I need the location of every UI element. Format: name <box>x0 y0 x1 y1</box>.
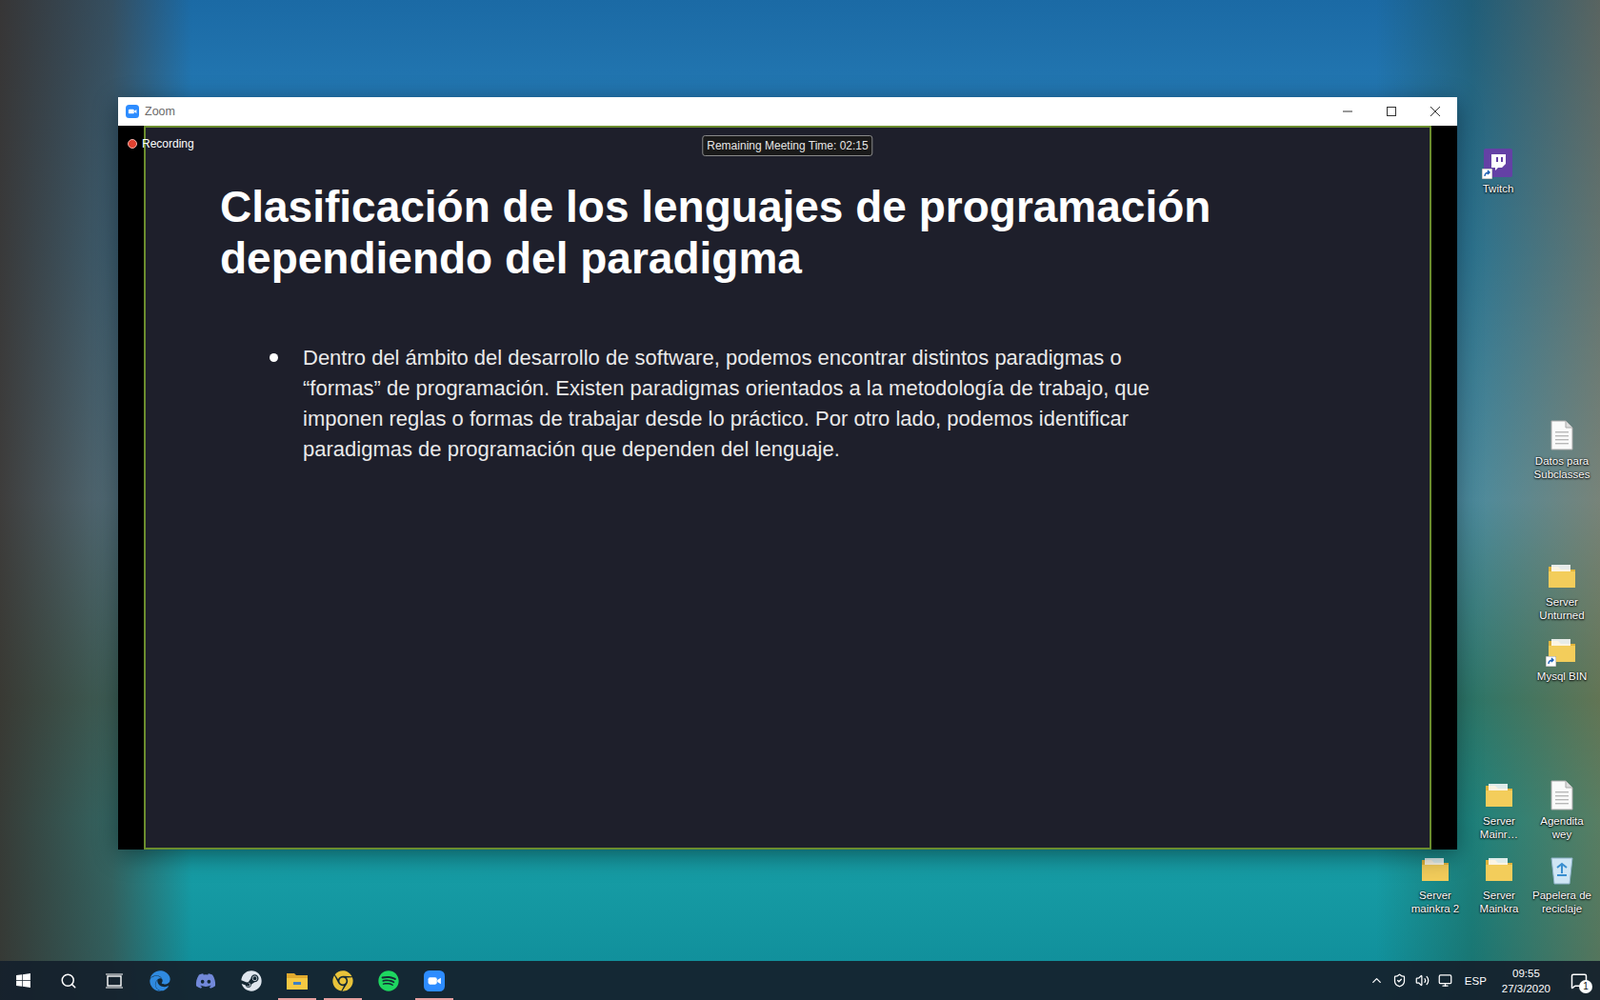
desktop-icon-art <box>1482 853 1516 886</box>
desktop-icon[interactable]: Papelera de reciclaje <box>1528 849 1596 920</box>
taskbar-app[interactable] <box>228 960 275 1000</box>
desktop-icon[interactable]: Agendita wey <box>1528 775 1596 845</box>
shortcut-arrow-icon <box>1545 656 1557 667</box>
shared-slide: Clasificación de los lenguajes de progra… <box>143 125 1432 850</box>
taskbar: ESP09:5527/3/20201 <box>0 960 1600 1000</box>
zoom-window: Zoom Clasificación de los lenguajes de pr… <box>118 97 1458 850</box>
meeting-view: Clasificación de los lenguajes de progra… <box>118 125 1458 850</box>
shield-icon <box>1392 973 1407 988</box>
desktop-icon[interactable]: Server Mainkra <box>1465 849 1533 920</box>
taskbar-app[interactable] <box>320 960 366 1000</box>
screen: Twitch Datos para Subclasses Server Unturn… <box>0 0 1600 1000</box>
desktop-icon-label: Server Mainkra <box>1467 888 1531 916</box>
desktop-icon-art <box>1482 779 1516 812</box>
taskbar-app[interactable] <box>274 960 320 1000</box>
search-button[interactable] <box>45 960 92 1000</box>
desktop-icon-label: Datos para Subclasses <box>1530 454 1594 481</box>
windows-icon <box>15 972 32 989</box>
maximize-button[interactable] <box>1369 97 1414 126</box>
desktop-icon-art <box>1481 146 1515 180</box>
desktop-icon-label: Agendita wey <box>1530 814 1594 841</box>
discord-icon <box>195 970 217 992</box>
desktop-icon-art <box>1545 560 1579 593</box>
folder-icon <box>1483 780 1515 810</box>
zoom-icon <box>423 970 445 992</box>
steam-icon <box>240 970 262 992</box>
clock-date: 27/3/2020 <box>1501 980 1551 997</box>
taskbar-app[interactable] <box>365 960 412 1000</box>
network-icon <box>1438 973 1453 988</box>
recording-label: Recording <box>141 137 195 151</box>
edge-icon <box>149 970 171 992</box>
desktop-icon[interactable]: Mysql BIN <box>1528 630 1596 687</box>
recording-dot <box>127 139 138 149</box>
clock-time: 09:55 <box>1512 965 1540 981</box>
desktop-icon[interactable]: Server Unturned <box>1528 556 1596 626</box>
minimize-button[interactable] <box>1325 97 1370 126</box>
task-view-icon <box>105 973 123 989</box>
zoom-icon <box>125 104 140 119</box>
desktop-icon[interactable]: Datos para Subclasses <box>1528 415 1596 485</box>
close-button[interactable] <box>1413 97 1458 126</box>
taskbar-app[interactable] <box>137 960 183 1000</box>
taskbar-app[interactable] <box>182 960 229 1000</box>
desktop-icon-label: Server Unturned <box>1530 595 1594 622</box>
window-title: Zoom <box>144 104 1326 119</box>
bullet-dot <box>269 353 279 362</box>
desktop-icon-label: Twitch <box>1482 181 1515 196</box>
start-button[interactable] <box>0 960 46 1000</box>
desktop-icon-art <box>1419 853 1452 886</box>
shortcut-arrow-icon <box>1481 168 1493 180</box>
volume-tray[interactable] <box>1411 960 1435 1000</box>
input-language[interactable]: ESP <box>1457 975 1495 987</box>
folder-icon <box>1483 855 1515 884</box>
desktop-icon-label: Papelera de reciclaje <box>1530 888 1594 916</box>
clock[interactable]: 09:5527/3/2020 <box>1494 965 1559 997</box>
security-tray[interactable] <box>1388 960 1412 1000</box>
desktop-icon-label: Server Mainr… <box>1467 814 1531 841</box>
chrome-icon <box>332 970 354 992</box>
title-bar: Zoom <box>118 97 1458 126</box>
close-icon <box>1430 106 1440 117</box>
desktop-icon-label: Mysql BIN <box>1537 669 1587 683</box>
taskbar-app[interactable] <box>411 960 458 1000</box>
file-explorer-icon <box>285 970 309 992</box>
spotify-icon <box>378 970 400 992</box>
document-icon <box>1549 420 1575 451</box>
show-hidden-icons[interactable] <box>1365 960 1389 1000</box>
maximize-icon <box>1386 106 1397 117</box>
recycle-bin-icon <box>1548 854 1576 885</box>
action-center-button[interactable]: 1 <box>1558 960 1600 1000</box>
desktop-icon-art <box>1545 853 1579 886</box>
desktop-icon[interactable]: Server Mainr… <box>1465 775 1533 845</box>
desktop-icon-art <box>1545 634 1579 667</box>
slide-bullet: Dentro del ámbito del desarrollo de soft… <box>269 342 1354 465</box>
desktop-icon-art <box>1545 779 1579 812</box>
network-tray[interactable] <box>1434 960 1458 1000</box>
desktop: Twitch Datos para Subclasses Server Unturn… <box>0 0 1600 961</box>
search-icon <box>60 972 78 990</box>
system-tray: ESP09:5527/3/20201 <box>1365 960 1600 1000</box>
speaker-icon <box>1415 973 1430 988</box>
desktop-icon[interactable]: Twitch <box>1464 142 1532 200</box>
desktop-icon[interactable]: Server mainkra 2 <box>1401 849 1469 920</box>
slide-title: Clasificación de los lenguajes de progra… <box>220 180 1259 284</box>
folder-icon <box>1420 855 1451 884</box>
recording-indicator: Recording <box>127 137 195 151</box>
document-icon <box>1549 780 1575 811</box>
folder-icon <box>1546 561 1578 591</box>
minimize-icon <box>1342 106 1353 117</box>
bullet-text: Dentro del ámbito del desarrollo de soft… <box>302 342 1189 465</box>
desktop-icon-art <box>1545 419 1579 452</box>
chevron-up-icon <box>1369 973 1384 988</box>
task-view-button[interactable] <box>91 960 138 1000</box>
desktop-icon-label: Server mainkra 2 <box>1403 888 1467 916</box>
notification-count: 1 <box>1579 980 1593 994</box>
meeting-timer: Remaining Meeting Time: 02:15 <box>701 135 873 157</box>
slide-bullets: Dentro del ámbito del desarrollo de soft… <box>220 342 1354 465</box>
